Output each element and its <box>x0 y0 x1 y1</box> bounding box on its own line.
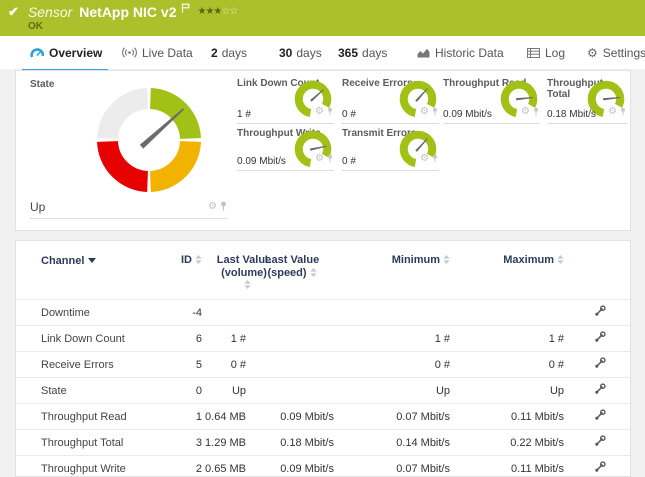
tab-label: Live Data <box>142 46 193 60</box>
tab-30-days[interactable]: 30 days <box>279 46 322 69</box>
tab-365-days[interactable]: 365 days <box>338 46 387 69</box>
gauge-tile-throughput-write: Throughput Write 0.09 Mbit/s ⚙ <box>237 128 334 171</box>
channel-settings-icon[interactable] <box>594 308 606 320</box>
col-header-last-value-volume[interactable]: Last Value (volume) <box>204 241 248 300</box>
channel-settings-icon[interactable] <box>594 412 606 424</box>
gauge-tile-throughput-read: Throughput Read 0.09 Mbit/s ⚙ <box>443 78 540 124</box>
col-header-maximum[interactable]: Maximum <box>452 241 566 300</box>
sort-icon <box>195 255 202 267</box>
gear-icon[interactable]: ⚙ <box>420 107 429 117</box>
pin-icon[interactable] <box>432 150 438 168</box>
channel-table-panel: Channel ID Last Value (volume) Last Valu… <box>15 240 631 477</box>
tab-label: Log <box>545 46 565 60</box>
channel-name: Throughput Write <box>16 456 166 477</box>
tab-label: Overview <box>49 46 102 60</box>
tab-label: days <box>362 46 387 60</box>
gauge-value: 0.18 Mbit/s <box>547 109 596 120</box>
sensor-status-bar: ✔ Sensor NetApp NIC v2 ★★★☆☆ OK <box>0 0 645 36</box>
tab-settings[interactable]: ⚙ Settings <box>587 46 645 69</box>
mini-gauge-needle <box>310 89 324 102</box>
tab-number: 2 <box>211 46 218 60</box>
channel-name: State <box>16 378 166 404</box>
table-row: State0UpUpUp <box>16 378 630 404</box>
gear-icon: ⚙ <box>587 47 598 59</box>
mini-gauge-needle <box>415 88 428 102</box>
channel-table: Channel ID Last Value (volume) Last Valu… <box>16 241 630 477</box>
tab-log[interactable]: Log <box>527 46 565 69</box>
gauge-tile-throughput-total: Throughput Total 0.18 Mbit/s ⚙ <box>547 78 627 124</box>
pin-icon[interactable] <box>327 150 333 168</box>
sort-icon <box>443 255 450 267</box>
gauge-value: 0.09 Mbit/s <box>443 109 492 120</box>
stars-filled[interactable]: ★★★ <box>198 6 222 17</box>
table-row: Throughput Total31.29 MB0.18 Mbit/s0.14 … <box>16 430 630 456</box>
channel-name: Throughput Read <box>16 404 166 430</box>
channel-name: Link Down Count <box>16 326 166 352</box>
gear-icon[interactable]: ⚙ <box>521 107 530 117</box>
col-header-channel[interactable]: Channel <box>16 241 166 300</box>
overview-panel: State Up ⚙ Link Down Count 1 # ⚙ Receive… <box>15 70 631 231</box>
pin-icon[interactable] <box>620 103 626 121</box>
tab-number: 30 <box>279 46 292 60</box>
stars-empty[interactable]: ☆☆ <box>221 6 237 17</box>
star-rating[interactable]: ★★★☆☆ <box>198 6 238 17</box>
tab-label: Settings <box>603 46 645 60</box>
channel-settings-icon[interactable] <box>594 360 606 372</box>
gauge-value: 0 # <box>342 156 356 167</box>
status-text: OK <box>28 21 43 32</box>
channel-name: Throughput Total <box>16 430 166 456</box>
gauge-value: 0 # <box>342 109 356 120</box>
flag-icon[interactable] <box>181 0 190 18</box>
channel-name: Downtime <box>16 300 166 326</box>
channel-settings-icon[interactable] <box>594 438 606 450</box>
col-header-id[interactable]: ID <box>166 241 204 300</box>
table-row: Receive Errors50 #0 #0 # <box>16 352 630 378</box>
col-header-minimum[interactable]: Minimum <box>336 241 452 300</box>
channel-settings-icon[interactable] <box>594 464 606 476</box>
gauge-icon <box>30 47 44 61</box>
tab-number: 365 <box>338 46 358 60</box>
state-gauge <box>94 85 204 195</box>
sort-icon <box>310 268 317 280</box>
tab-live-data[interactable]: Live Data <box>122 46 193 69</box>
gear-icon[interactable]: ⚙ <box>608 107 617 117</box>
pin-icon[interactable] <box>220 198 227 216</box>
tab-2-days[interactable]: 2 days <box>211 46 247 69</box>
area-chart-icon <box>417 47 430 61</box>
sensor-kind-label: Sensor <box>28 4 72 20</box>
pin-icon[interactable] <box>327 103 333 121</box>
log-icon <box>527 47 540 61</box>
state-value: Up <box>30 200 45 214</box>
sensor-title: NetApp NIC v2 <box>79 4 176 20</box>
channel-settings-icon[interactable] <box>594 386 606 398</box>
tab-historic-data[interactable]: Historic Data <box>417 46 504 69</box>
tab-label: Historic Data <box>435 46 504 60</box>
table-row: Link Down Count61 #1 #1 # <box>16 326 630 352</box>
state-gauge-tile: State Up ⚙ <box>30 79 228 219</box>
live-data-icon <box>122 47 137 61</box>
channel-settings-icon[interactable] <box>594 334 606 346</box>
gear-icon[interactable]: ⚙ <box>315 107 324 117</box>
gauge-tile-link-down-count: Link Down Count 1 # ⚙ <box>237 78 334 124</box>
table-row: Throughput Write20.65 MB0.09 Mbit/s0.07 … <box>16 456 630 477</box>
pin-icon[interactable] <box>432 103 438 121</box>
gauge-tile-transmit-errors: Transmit Errors 0 # ⚙ <box>342 128 439 171</box>
gauge-value: 0.09 Mbit/s <box>237 156 286 167</box>
gear-icon[interactable]: ⚙ <box>420 154 429 164</box>
tab-bar: Overview Live Data 2 days 30 days 365 da… <box>0 36 645 69</box>
tab-overview[interactable]: Overview <box>30 46 102 69</box>
gauge-value: 1 # <box>237 109 251 120</box>
table-row: Downtime-4 <box>16 300 630 326</box>
pin-icon[interactable] <box>533 103 539 121</box>
gear-icon[interactable]: ⚙ <box>208 202 217 212</box>
sort-caret-icon <box>88 254 96 266</box>
tab-label: days <box>222 46 247 60</box>
status-check-icon: ✔ <box>8 4 19 20</box>
channel-name: Receive Errors <box>16 352 166 378</box>
gear-icon[interactable]: ⚙ <box>315 154 324 164</box>
table-row: Throughput Read10.64 MB0.09 Mbit/s0.07 M… <box>16 404 630 430</box>
sort-icon <box>557 255 564 267</box>
gauge-tile-receive-errors: Receive Errors 0 # ⚙ <box>342 78 439 124</box>
tab-label: days <box>296 46 321 60</box>
